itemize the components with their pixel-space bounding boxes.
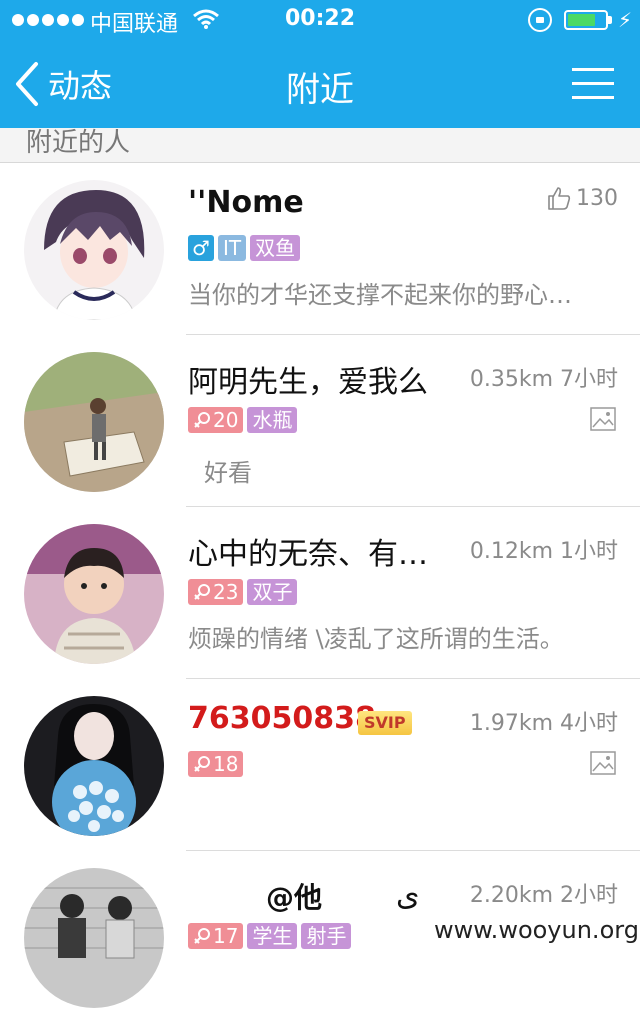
distance-time: 1.97km 4小时 <box>470 705 618 737</box>
zodiac-tag: 射手 <box>301 923 352 949</box>
tag: IT <box>218 235 247 261</box>
person-signature: 当你的才华还支撑不起来你的野心… <box>188 281 572 309</box>
male-icon: ♂ <box>188 235 214 261</box>
time-ago: 4小时 <box>560 711 618 736</box>
section-header-label: 附近的人 <box>26 128 131 158</box>
avatar[interactable] <box>24 180 164 320</box>
female-icon <box>194 412 210 428</box>
tag-list: 17 学生 射手 <box>188 923 352 949</box>
person-row[interactable]: ''Nome 130 ♂ IT 双鱼 当你的才华还支撑不起来你的野心… <box>0 163 640 335</box>
avatar[interactable] <box>24 352 164 492</box>
person-signature: 烦躁的情绪 \凌乱了这所谓的生活。 <box>188 625 564 653</box>
time-ago: 2小时 <box>560 883 618 908</box>
battery-icon <box>564 10 608 30</box>
person-signature: 好看 <box>204 459 252 487</box>
section-header: 附近的人 <box>0 128 640 163</box>
female-icon <box>194 928 210 944</box>
watermark: www.wooyun.org <box>434 916 639 944</box>
tag-list: 23 双子 <box>188 579 298 605</box>
female-age-tag: 18 <box>188 751 244 777</box>
tag-list: ♂ IT 双鱼 <box>188 235 301 261</box>
female-icon <box>194 584 210 600</box>
person-name: 心中的无奈、有… <box>188 537 428 572</box>
zodiac-tag: 水瓶 <box>247 407 298 433</box>
tag-list: 18 <box>188 751 244 777</box>
female-age-tag: 17 <box>188 923 244 949</box>
person-row[interactable]: 763050838 SVIP 1.97km 4小时 18 <box>0 679 640 851</box>
photo-icon <box>590 407 616 431</box>
rotation-lock-icon <box>528 8 552 32</box>
tag-list: 20 水瓶 <box>188 407 298 433</box>
avatar[interactable] <box>24 696 164 836</box>
identity-tag: 学生 <box>247 923 298 949</box>
distance: 1.97km <box>469 711 553 736</box>
person-row[interactable]: 阿明先生，爱我么 0.35km 7小时 20 水瓶 好看 <box>0 335 640 507</box>
age: 20 <box>213 408 239 432</box>
female-icon <box>194 756 210 772</box>
page-title: 附近 <box>286 70 354 110</box>
person-name: 阿明先生，爱我么 <box>188 365 428 400</box>
distance-time: 0.35km 7小时 <box>470 361 618 393</box>
distance: 2.20km <box>469 883 553 908</box>
charging-bolt-icon: ⚡︎ <box>618 8 633 32</box>
age: 23 <box>213 580 239 604</box>
age: 17 <box>213 924 239 948</box>
menu-icon[interactable] <box>572 64 616 104</box>
person-name: ''Nome <box>188 185 304 220</box>
navigation-bar: 动态 附近 <box>0 40 640 128</box>
distance: 0.35km <box>469 367 553 392</box>
thumbs-up-icon <box>548 187 571 210</box>
overlay-glyph: ى <box>396 878 420 913</box>
female-age-tag: 23 <box>188 579 244 605</box>
likes-counter[interactable]: 130 <box>546 185 618 211</box>
mention-overlay: @他 <box>266 881 323 914</box>
age: 18 <box>213 752 239 776</box>
time-ago: 7小时 <box>560 367 618 392</box>
person-row[interactable]: 心中的无奈、有… 0.12km 1小时 23 双子 烦躁的情绪 \凌乱了这所谓的… <box>0 507 640 679</box>
svip-badge: SVIP <box>358 711 412 735</box>
female-age-tag: 20 <box>188 407 244 433</box>
battery-level <box>568 14 595 26</box>
zodiac-tag: 双鱼 <box>250 235 301 261</box>
avatar[interactable] <box>24 868 164 1008</box>
likes-count: 130 <box>576 185 618 211</box>
status-bar: 中国联通 00:22 ⚡︎ <box>0 0 640 40</box>
time-ago: 1小时 <box>560 539 618 564</box>
distance: 0.12km <box>469 539 553 564</box>
avatar[interactable] <box>24 524 164 664</box>
person-name: 763050838 <box>188 701 376 736</box>
distance-time: 0.12km 1小时 <box>470 533 618 565</box>
distance-time: 2.20km 2小时 <box>470 877 618 909</box>
photo-icon <box>590 751 616 775</box>
zodiac-tag: 双子 <box>247 579 298 605</box>
